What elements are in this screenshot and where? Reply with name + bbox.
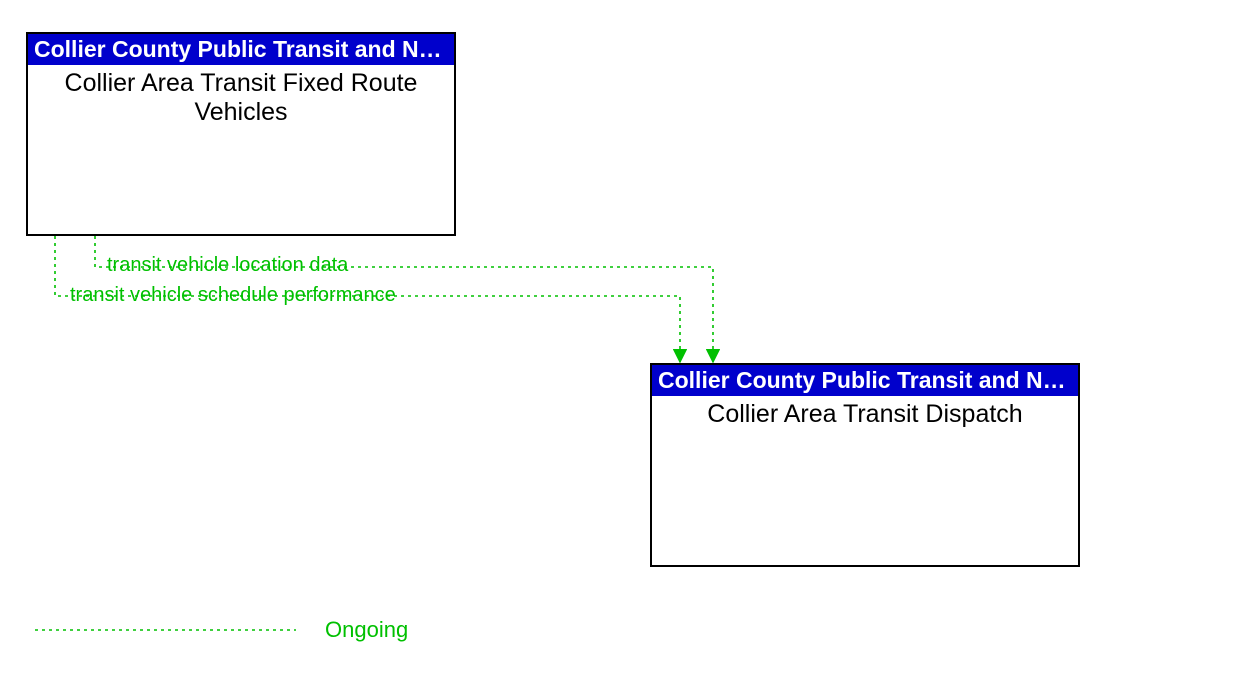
- entity-top-body: Collier Area Transit Fixed Route Vehicle…: [28, 65, 454, 131]
- legend-ongoing-label: Ongoing: [325, 617, 408, 643]
- entity-top-header: Collier County Public Transit and Nei...: [28, 34, 454, 65]
- entity-top: Collier County Public Transit and Nei...…: [26, 32, 456, 236]
- diagram-canvas: Collier County Public Transit and Nei...…: [0, 0, 1252, 688]
- entity-bottom-body: Collier Area Transit Dispatch: [652, 396, 1078, 433]
- flow-label-2: transit vehicle schedule performance: [70, 284, 396, 307]
- entity-bottom: Collier County Public Transit and Nei...…: [650, 363, 1080, 567]
- entity-bottom-header: Collier County Public Transit and Nei...: [652, 365, 1078, 396]
- flow-label-1: transit vehicle location data: [107, 254, 348, 277]
